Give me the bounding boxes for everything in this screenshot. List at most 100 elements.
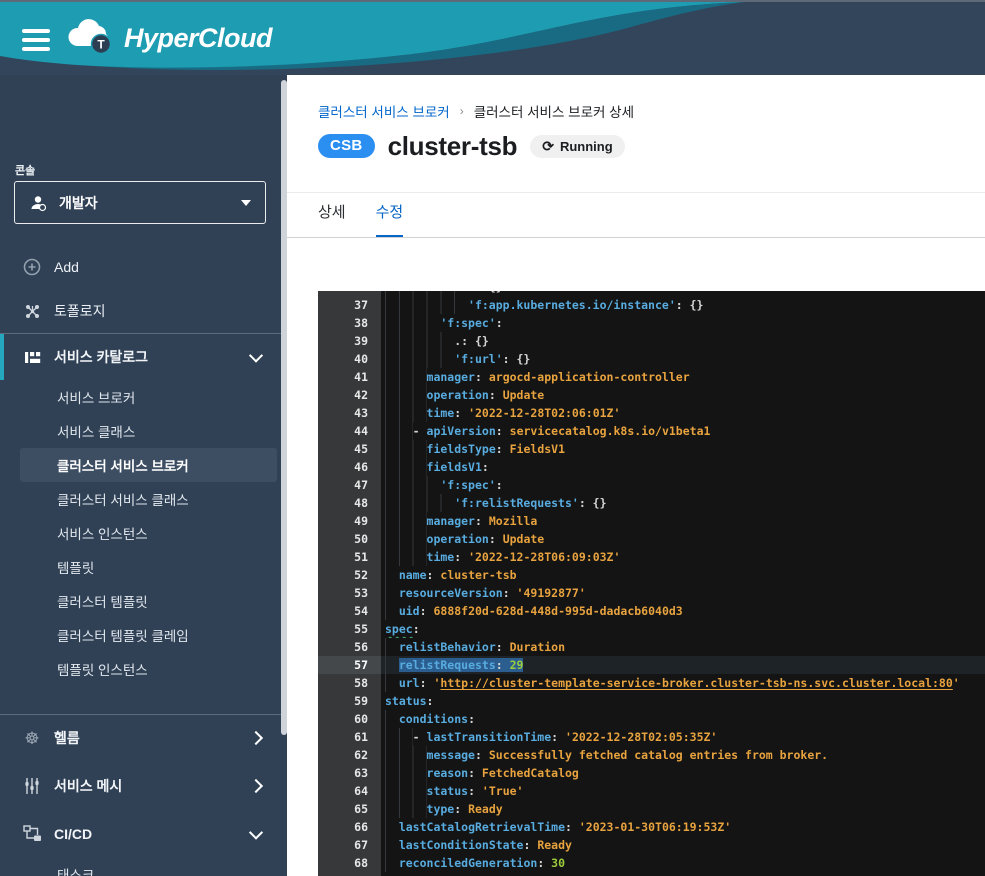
code-text[interactable]: time: '2022-12-28T02:06:01Z' [381, 404, 985, 422]
sidebar-item-클러스터-템플릿-클레임[interactable]: 클러스터 템플릿 클레임 [20, 618, 277, 652]
brand-logo[interactable]: T HyperCloud [64, 18, 272, 58]
code-text[interactable]: resourceVersion: '49192877' [381, 584, 985, 602]
code-text[interactable]: 'f:app.kubernetes.io/instance': {} [381, 296, 985, 314]
code-text[interactable]: 'f:spec': [381, 476, 985, 494]
sidebar-section-label: 서비스 메시 [54, 776, 251, 796]
code-line[interactable]: 47'f:spec': [318, 476, 985, 494]
code-line[interactable]: 55spec: [318, 620, 985, 638]
code-text[interactable]: 'f:relistRequests': {} [381, 494, 985, 512]
tab-details[interactable]: 상세 [318, 201, 346, 238]
sidebar-item-클러스터-서비스-클래스[interactable]: 클러스터 서비스 클래스 [20, 482, 277, 516]
sidebar-section-헬름[interactable]: ☸헬름 [0, 714, 287, 761]
sidebar-item-서비스-인스턴스[interactable]: 서비스 인스턴스 [20, 516, 277, 550]
sidebar-item-템플릿-인스턴스[interactable]: 템플릿 인스턴스 [20, 652, 277, 686]
tab-edit[interactable]: 수정 [376, 201, 404, 238]
code-line[interactable]: 43time: '2022-12-28T02:06:01Z' [318, 404, 985, 422]
sidebar-item-태스크[interactable]: 태스크 [20, 857, 277, 876]
code-line[interactable]: 59status: [318, 692, 985, 710]
sidebar-item-클러스터-서비스-브로커[interactable]: 클러스터 서비스 브로커 [20, 448, 277, 482]
code-line[interactable]: 62message: Successfully fetched catalog … [318, 746, 985, 764]
sidebar-item-add[interactable]: Add [0, 245, 287, 289]
code-line[interactable]: 63reason: FetchedCatalog [318, 764, 985, 782]
sidebar-item-클러스터-템플릿[interactable]: 클러스터 템플릿 [20, 584, 277, 618]
code-text[interactable]: reconciledGeneration: 30 [381, 854, 985, 872]
perspective-dropdown[interactable]: 개발자 [14, 181, 266, 224]
code-line[interactable]: 58url: 'http://cluster-template-service-… [318, 674, 985, 692]
code-line[interactable]: 57relistRequests: 29 [318, 656, 985, 674]
code-line[interactable]: 37'f:app.kubernetes.io/instance': {} [318, 296, 985, 314]
breadcrumb-parent-link[interactable]: 클러스터 서비스 브로커 [318, 101, 450, 121]
code-line[interactable]: 66lastCatalogRetrievalTime: '2023-01-30T… [318, 818, 985, 836]
code-line[interactable]: 48'f:relistRequests': {} [318, 494, 985, 512]
sidebar-section: ☸헬름 [0, 714, 287, 761]
sidebar-item-서비스-브로커[interactable]: 서비스 브로커 [20, 380, 277, 414]
code-text[interactable]: type: Ready [381, 800, 985, 818]
code-text[interactable]: - lastTransitionTime: '2022-12-28T02:05:… [381, 728, 985, 746]
sidebar-item-서비스-클래스[interactable]: 서비스 클래스 [20, 414, 277, 448]
sidebar-section-서비스-메시[interactable]: 서비스 메시 [0, 762, 287, 809]
code-line[interactable]: 38'f:spec': [318, 314, 985, 332]
code-text[interactable]: fieldsType: FieldsV1 [381, 440, 985, 458]
status-badge: ⟳ Running [530, 135, 624, 158]
code-text[interactable]: - apiVersion: servicecatalog.k8s.io/v1be… [381, 422, 985, 440]
code-text[interactable]: 'f:spec': [381, 314, 985, 332]
code-line[interactable]: 60conditions: [318, 710, 985, 728]
code-line[interactable]: 42operation: Update [318, 386, 985, 404]
code-line[interactable]: 39.: {} [318, 332, 985, 350]
code-text[interactable]: manager: Mozilla [381, 512, 985, 530]
code-line[interactable]: 44- apiVersion: servicecatalog.k8s.io/v1… [318, 422, 985, 440]
code-line[interactable]: 50operation: Update [318, 530, 985, 548]
code-line[interactable]: 65type: Ready [318, 800, 985, 818]
code-line[interactable]: 51time: '2022-12-28T06:09:03Z' [318, 548, 985, 566]
code-text[interactable]: fieldsV1: [381, 458, 985, 476]
code-line[interactable]: 61- lastTransitionTime: '2022-12-28T02:0… [318, 728, 985, 746]
code-text[interactable]: status: 'True' [381, 782, 985, 800]
hamburger-menu-icon[interactable] [22, 29, 50, 51]
code-line[interactable]: 49manager: Mozilla [318, 512, 985, 530]
code-line[interactable]: 52name: cluster-tsb [318, 566, 985, 584]
line-number: 65 [318, 800, 381, 818]
code-text[interactable]: operation: Update [381, 530, 985, 548]
code-text[interactable]: status: [381, 692, 985, 710]
code-text[interactable]: uid: 6888f20d-628d-448d-995d-dadacb6040d… [381, 602, 985, 620]
code-text[interactable]: reason: FetchedCatalog [381, 764, 985, 782]
sidebar-section-서비스-카탈로그[interactable]: 서비스 카탈로그 [0, 333, 287, 380]
code-text[interactable]: manager: argocd-application-controller [381, 368, 985, 386]
yaml-editor[interactable]: 36.: {}37'f:app.kubernetes.io/instance':… [318, 291, 985, 876]
line-number: 43 [318, 404, 381, 422]
sidebar-section-ci-cd[interactable]: CI/CD [0, 810, 287, 857]
sidebar-section: 서비스 메시 [0, 762, 287, 809]
sidebar-item-label: 토폴로지 [54, 301, 106, 321]
code-text[interactable]: spec: [381, 620, 985, 638]
code-text[interactable]: message: Successfully fetched catalog en… [381, 746, 985, 764]
sidebar-scrollbar[interactable] [281, 80, 287, 735]
code-text[interactable]: 'f:url': {} [381, 350, 985, 368]
tabs-divider [287, 237, 985, 238]
sidebar-item-템플릿[interactable]: 템플릿 [20, 550, 277, 584]
svg-text:T: T [97, 38, 105, 52]
code-line[interactable]: 45fieldsType: FieldsV1 [318, 440, 985, 458]
code-text[interactable]: relistBehavior: Duration [381, 638, 985, 656]
code-line[interactable]: 67lastConditionState: Ready [318, 836, 985, 854]
code-line[interactable]: 56relistBehavior: Duration [318, 638, 985, 656]
code-text[interactable]: url: 'http://cluster-template-service-br… [381, 674, 985, 692]
code-text[interactable]: operation: Update [381, 386, 985, 404]
code-text[interactable]: lastCatalogRetrievalTime: '2023-01-30T06… [381, 818, 985, 836]
code-text[interactable]: conditions: [381, 710, 985, 728]
sidebar-item-topology[interactable]: 토폴로지 [0, 289, 287, 333]
code-text[interactable]: name: cluster-tsb [381, 566, 985, 584]
code-line[interactable]: 41manager: argocd-application-controller [318, 368, 985, 386]
code-line[interactable]: 53resourceVersion: '49192877' [318, 584, 985, 602]
code-line[interactable]: 54uid: 6888f20d-628d-448d-995d-dadacb604… [318, 602, 985, 620]
line-number: 54 [318, 602, 381, 620]
code-line[interactable]: 68reconciledGeneration: 30 [318, 854, 985, 872]
code-text[interactable]: relistRequests: 29 [381, 656, 985, 674]
code-text[interactable]: .: {} [381, 332, 985, 350]
code-line[interactable]: 40'f:url': {} [318, 350, 985, 368]
indent-guide [385, 386, 427, 404]
code-line[interactable]: 64status: 'True' [318, 782, 985, 800]
code-line[interactable]: 46fieldsV1: [318, 458, 985, 476]
code-text[interactable]: time: '2022-12-28T06:09:03Z' [381, 548, 985, 566]
code-text[interactable]: lastConditionState: Ready [381, 836, 985, 854]
indent-guide [385, 332, 454, 350]
